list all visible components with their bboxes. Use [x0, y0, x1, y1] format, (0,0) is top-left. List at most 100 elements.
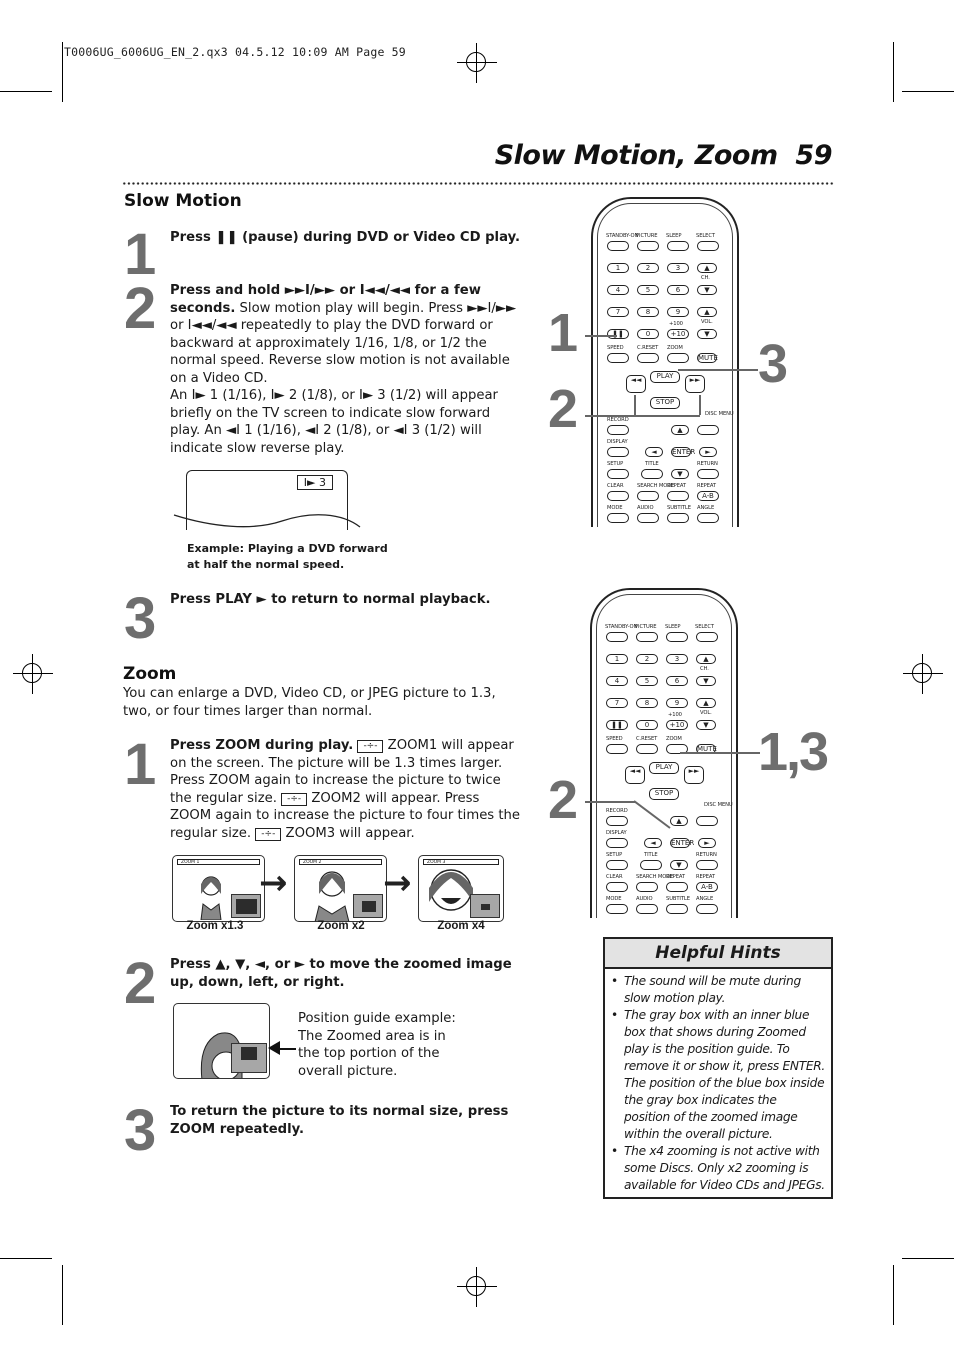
right-arrow-button[interactable]: ►: [699, 447, 717, 457]
remote-button-select[interactable]: [697, 241, 719, 251]
remote-button-speed[interactable]: [606, 744, 628, 754]
digit-button[interactable]: 9: [667, 307, 689, 317]
digit-button[interactable]: 4: [606, 676, 628, 686]
remote-button-sleep[interactable]: [667, 241, 689, 251]
digit-button[interactable]: 1: [606, 654, 628, 664]
stop-button[interactable]: STOP: [650, 397, 680, 409]
title-button[interactable]: [641, 469, 663, 479]
disc-menu-button[interactable]: [697, 425, 719, 435]
display-button[interactable]: [606, 838, 628, 848]
digit-button[interactable]: 6: [667, 285, 689, 295]
left-arrow-button[interactable]: ◄: [645, 447, 663, 457]
remote-button-standby-on[interactable]: [606, 632, 628, 642]
remote-button-angle[interactable]: [697, 513, 719, 523]
stop-button[interactable]: STOP: [649, 788, 679, 800]
play-button[interactable]: PLAY: [649, 762, 679, 774]
remote-button-speed[interactable]: [607, 353, 629, 363]
remote-button-clear[interactable]: [606, 882, 628, 892]
remote-button-mode[interactable]: [606, 904, 628, 914]
title-button[interactable]: [640, 860, 662, 870]
digit-button[interactable]: 8: [636, 698, 658, 708]
registration-mark-icon: [13, 654, 53, 694]
digit-button[interactable]: 6: [666, 676, 688, 686]
rewind-button[interactable]: ◄◄: [626, 375, 646, 393]
remote-button-sleep[interactable]: [666, 632, 688, 642]
digit-button[interactable]: 7: [607, 307, 629, 317]
remote-button-search-mode[interactable]: [636, 882, 658, 892]
display-button[interactable]: [607, 447, 629, 457]
digit-button[interactable]: 0: [637, 329, 659, 339]
digit-button[interactable]: 5: [636, 676, 658, 686]
enter-button[interactable]: ENTER: [671, 447, 695, 457]
channel-down-button[interactable]: ▼: [696, 676, 716, 686]
remote-button-angle[interactable]: [696, 904, 718, 914]
digit-button[interactable]: 8: [637, 307, 659, 317]
pause-button[interactable]: ❚❚: [607, 329, 629, 339]
disc-menu-button[interactable]: [696, 816, 718, 826]
remote-button-repeat[interactable]: A-B: [696, 882, 718, 892]
digit-button[interactable]: 9: [666, 698, 688, 708]
setup-button[interactable]: [607, 469, 629, 479]
return-button[interactable]: [697, 469, 719, 479]
button-label: CH.: [701, 275, 710, 281]
remote-button-subtitle[interactable]: [666, 904, 688, 914]
volume-up-button[interactable]: ▲: [696, 698, 716, 708]
digit-button[interactable]: 0: [636, 720, 658, 730]
remote-button-audio[interactable]: [637, 513, 659, 523]
setup-button[interactable]: [606, 860, 628, 870]
fast-forward-button[interactable]: ►►: [685, 375, 705, 393]
down-arrow-button[interactable]: ▼: [670, 860, 688, 870]
digit-button[interactable]: 3: [667, 263, 689, 273]
digit-button[interactable]: 2: [637, 263, 659, 273]
remote-button-search-mode[interactable]: [637, 491, 659, 501]
channel-up-button[interactable]: ▲: [696, 654, 716, 664]
record-button[interactable]: [607, 425, 629, 435]
button-label: MODE: [606, 896, 622, 902]
digit-button[interactable]: 3: [666, 654, 688, 664]
digit-button[interactable]: 7: [606, 698, 628, 708]
remote-button-picture[interactable]: [636, 632, 658, 642]
remote-button-mode[interactable]: [607, 513, 629, 523]
callout-number: 3: [758, 334, 788, 394]
channel-up-button[interactable]: ▲: [697, 263, 717, 273]
digit-button[interactable]: 4: [607, 285, 629, 295]
left-arrow-button[interactable]: ◄: [644, 838, 662, 848]
right-arrow-button[interactable]: ►: [698, 838, 716, 848]
down-arrow-button[interactable]: ▼: [671, 469, 689, 479]
digit-button[interactable]: 5: [637, 285, 659, 295]
fast-forward-button[interactable]: ►►: [684, 766, 704, 784]
remote-button-c.reset[interactable]: [637, 353, 659, 363]
channel-down-button[interactable]: ▼: [697, 285, 717, 295]
remote-button-zoom[interactable]: [667, 353, 689, 363]
enter-button[interactable]: ENTER: [670, 838, 694, 848]
remote-button-standby-on[interactable]: [607, 241, 629, 251]
remote-button-audio[interactable]: [636, 904, 658, 914]
mute-button[interactable]: MUTE: [697, 353, 718, 363]
remote-button-repeat[interactable]: [666, 882, 688, 892]
rewind-button[interactable]: ◄◄: [625, 766, 645, 784]
record-button[interactable]: [606, 816, 628, 826]
digit-button[interactable]: 2: [636, 654, 658, 664]
remote-button-c.reset[interactable]: [636, 744, 658, 754]
remote-button-select[interactable]: [696, 632, 718, 642]
remote-button-picture[interactable]: [637, 241, 659, 251]
return-button[interactable]: [696, 860, 718, 870]
remote-button-clear[interactable]: [607, 491, 629, 501]
button-label: SELECT: [695, 624, 714, 630]
digit-button[interactable]: 1: [607, 263, 629, 273]
step-instruction: To return the picture to its normal size…: [170, 1104, 509, 1137]
pause-button[interactable]: ❚❚: [606, 720, 628, 730]
volume-down-button[interactable]: ▼: [696, 720, 716, 730]
remote-button-repeat[interactable]: [667, 491, 689, 501]
hints-title: Helpful Hints: [605, 939, 831, 969]
remote-button-subtitle[interactable]: [667, 513, 689, 523]
play-button[interactable]: PLAY: [650, 371, 680, 383]
remote-button-repeat[interactable]: A-B: [697, 491, 719, 501]
callout-number: 2: [548, 770, 578, 830]
plus10-button[interactable]: +10: [666, 720, 688, 730]
volume-up-button[interactable]: ▲: [697, 307, 717, 317]
plus10-button[interactable]: +10: [667, 329, 689, 339]
button-label: ZOOM: [666, 736, 682, 742]
volume-down-button[interactable]: ▼: [697, 329, 717, 339]
up-arrow-button[interactable]: ▲: [671, 425, 689, 435]
